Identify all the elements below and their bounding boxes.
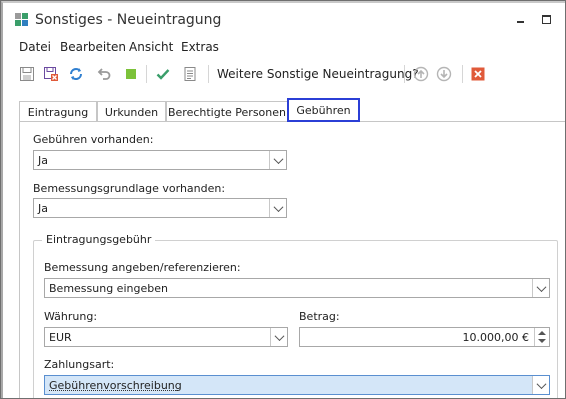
window-title: Sonstiges - Neueintragung xyxy=(35,12,222,28)
bemessung-value: Bemessung eingeben xyxy=(49,282,168,295)
bemessungsgrundlage-value: Ja xyxy=(38,202,48,215)
app-icon xyxy=(15,13,29,27)
betrag-input[interactable]: 10.000,00 € xyxy=(299,327,550,347)
menu-datei[interactable]: Datei xyxy=(19,40,51,54)
zahlungsart-label: Zahlungsart: xyxy=(44,358,115,371)
spin-down-icon[interactable] xyxy=(538,339,546,343)
chevron-down-icon[interactable] xyxy=(532,376,549,394)
save-icon[interactable] xyxy=(18,65,36,83)
zahlungsart-select[interactable]: Gebührenvorschreibung xyxy=(44,375,550,395)
toolbar-separator xyxy=(462,65,463,83)
waehrung-value: EUR xyxy=(49,331,72,344)
menu-bar: Datei Bearbeiten Ansicht Extras xyxy=(3,39,563,57)
tab-gebuehren[interactable]: Gebühren xyxy=(287,98,360,122)
title-bar: Sonstiges - Neueintragung xyxy=(3,3,563,37)
bemessung-select[interactable]: Bemessung eingeben xyxy=(44,278,550,298)
gebuehren-vorhanden-value: Ja xyxy=(38,154,48,167)
bemessung-label: Bemessung angeben/referenzieren: xyxy=(44,261,241,274)
betrag-spinner[interactable] xyxy=(534,328,549,346)
close-red-icon[interactable] xyxy=(469,65,487,83)
chevron-down-icon[interactable] xyxy=(269,199,286,217)
toolbar-separator xyxy=(208,65,209,83)
menu-extras[interactable]: Extras xyxy=(181,40,219,54)
gebuehren-vorhanden-select[interactable]: Ja xyxy=(33,150,287,170)
group-title: Eintragungsgebühr xyxy=(42,233,156,246)
toolbar-separator xyxy=(404,65,405,83)
refresh-icon[interactable] xyxy=(67,65,85,83)
stop-icon[interactable] xyxy=(122,65,140,83)
waehrung-select[interactable]: EUR xyxy=(44,327,288,347)
arrow-down-icon[interactable] xyxy=(435,65,453,83)
chevron-down-icon[interactable] xyxy=(269,151,286,169)
betrag-value: 10.000,00 € xyxy=(462,331,529,344)
chevron-down-icon[interactable] xyxy=(532,279,549,297)
gebuehren-vorhanden-label: Gebühren vorhanden: xyxy=(33,133,154,146)
waehrung-label: Währung: xyxy=(44,310,98,323)
dialog-window: Sonstiges - Neueintragung Datei Bearbeit… xyxy=(0,0,566,399)
eintragungsgebuehr-group: Eintragungsgebühr Bemessung angeben/refe… xyxy=(33,233,558,398)
confirm-check-icon[interactable] xyxy=(154,65,172,83)
betrag-label: Betrag: xyxy=(299,310,340,323)
toolbar: Weitere Sonstige Neueintragung? xyxy=(3,61,563,87)
maximize-button[interactable] xyxy=(540,12,554,26)
document-icon[interactable] xyxy=(181,65,199,83)
arrow-up-icon[interactable] xyxy=(412,65,430,83)
minimize-button[interactable] xyxy=(514,12,528,26)
zahlungsart-value: Gebührenvorschreibung xyxy=(49,379,182,392)
chevron-down-icon[interactable] xyxy=(270,328,287,346)
bemessungsgrundlage-select[interactable]: Ja xyxy=(33,198,287,218)
menu-ansicht[interactable]: Ansicht xyxy=(129,40,173,54)
tab-urkunden[interactable]: Urkunden xyxy=(97,101,166,122)
tab-berechtigte-personen[interactable]: Berechtigte Personen xyxy=(166,101,288,122)
tab-eintragung[interactable]: Eintragung xyxy=(19,101,97,122)
save-close-icon[interactable] xyxy=(42,65,60,83)
menu-bearbeiten[interactable]: Bearbeiten xyxy=(60,40,126,54)
undo-icon[interactable] xyxy=(95,65,113,83)
bemessungsgrundlage-label: Bemessungsgrundlage vorhanden: xyxy=(33,182,226,195)
spin-up-icon[interactable] xyxy=(538,331,546,335)
toolbar-separator xyxy=(146,65,147,83)
gebuehren-panel: Gebühren vorhanden: Ja Bemessungsgrundla… xyxy=(19,121,565,398)
toolbar-question-label: Weitere Sonstige Neueintragung? xyxy=(217,67,419,81)
